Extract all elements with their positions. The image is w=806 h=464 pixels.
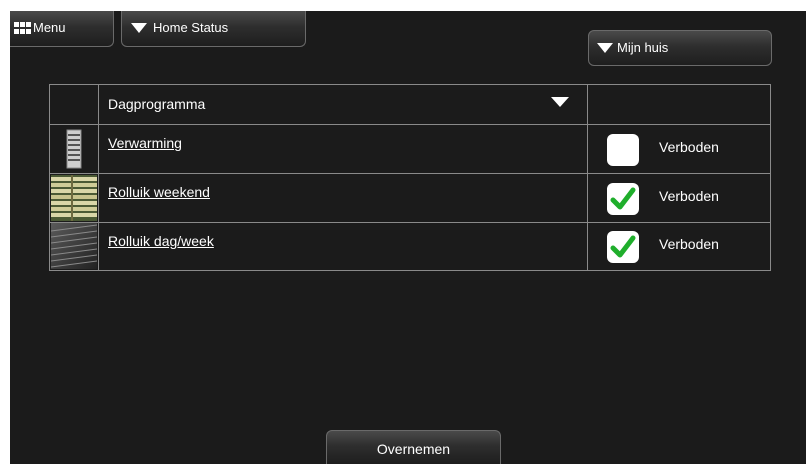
program-table: Dagprogramma Verwarming Verboden Rolluik… xyxy=(49,84,771,271)
program-select[interactable]: Dagprogramma xyxy=(99,85,587,124)
checkbox-checked[interactable] xyxy=(607,231,639,263)
shutter-icon xyxy=(51,223,97,269)
home-status-label: Home Status xyxy=(153,20,229,35)
checkbox-checked[interactable] xyxy=(607,183,639,215)
device-link[interactable]: Verwarming xyxy=(108,135,182,151)
triangle-down-icon xyxy=(131,23,147,33)
status-text: Verboden xyxy=(659,139,719,155)
checkmark-icon xyxy=(610,187,636,210)
checkmark-icon xyxy=(610,235,636,258)
checkbox-unchecked[interactable] xyxy=(607,134,639,166)
table-row: Rolluik dag/week Verboden xyxy=(50,223,770,270)
triangle-down-icon xyxy=(551,97,569,107)
table-row: Rolluik weekend Verboden xyxy=(50,174,770,222)
radiator-icon xyxy=(51,126,97,172)
table-row: Verwarming Verboden xyxy=(50,125,770,173)
blinds-icon xyxy=(51,175,97,221)
triangle-down-icon xyxy=(597,43,613,53)
overnemen-label: Overnemen xyxy=(376,441,451,457)
device-link[interactable]: Rolluik weekend xyxy=(108,184,210,200)
menu-label: Menu xyxy=(33,20,66,35)
grid-icon xyxy=(14,22,31,35)
app-screen: Menu Home Status Mijn huis Dagprogramma xyxy=(10,11,806,464)
program-select-label: Dagprogramma xyxy=(108,96,206,112)
status-text: Verboden xyxy=(659,236,719,252)
device-link[interactable]: Rolluik dag/week xyxy=(108,233,214,249)
location-label: Mijn huis xyxy=(617,40,669,55)
status-text: Verboden xyxy=(659,188,719,204)
menu-button[interactable]: Menu xyxy=(10,11,114,47)
location-dropdown[interactable]: Mijn huis xyxy=(588,30,772,66)
home-status-button[interactable]: Home Status xyxy=(121,11,306,47)
overnemen-button[interactable]: Overnemen xyxy=(326,430,501,464)
